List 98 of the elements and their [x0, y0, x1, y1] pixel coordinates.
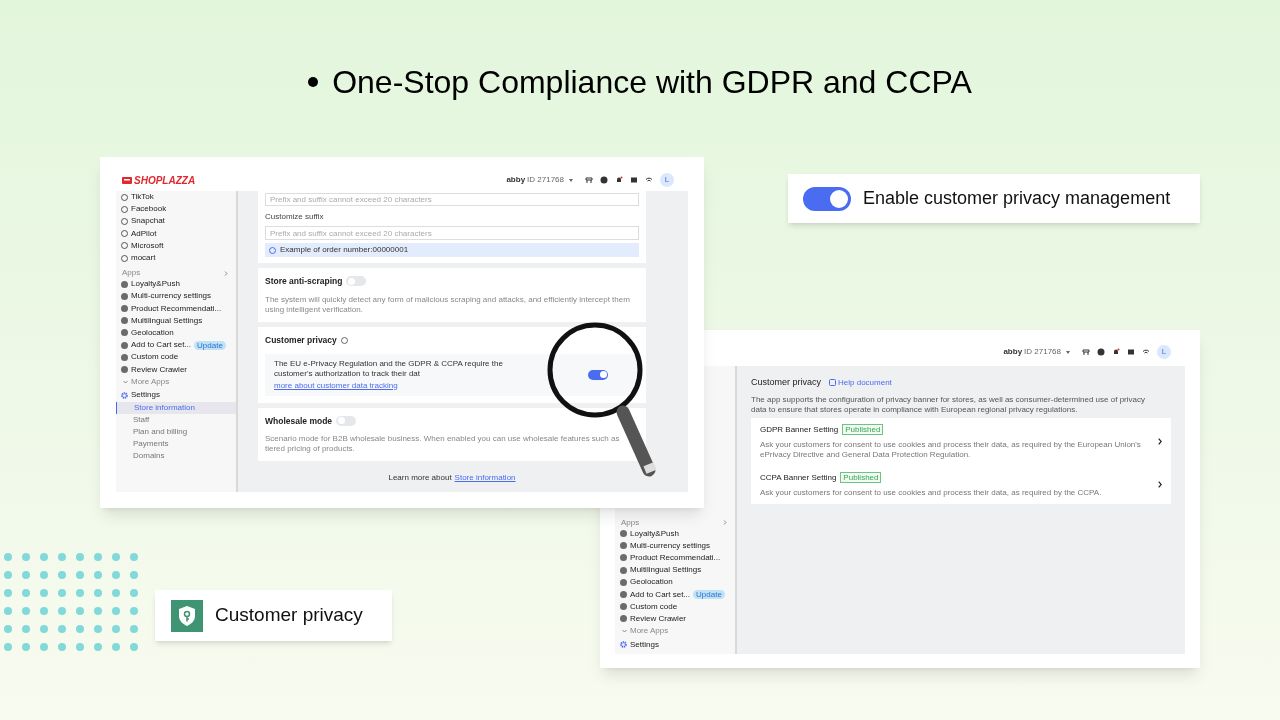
- update-badge: Update: [194, 340, 226, 350]
- account-selector[interactable]: abby ID 271768: [506, 174, 573, 186]
- sidebar-item[interactable]: Snapchat: [131, 216, 165, 227]
- sidebar-item[interactable]: Settings: [630, 639, 659, 650]
- sidebar-subitem[interactable]: Plan and billing: [116, 426, 236, 439]
- sidebar-item[interactable]: Loyalty&Push: [630, 528, 679, 539]
- status-tag: Published: [842, 424, 884, 435]
- more-apps-link[interactable]: More Apps: [131, 376, 170, 387]
- circle-icon: [121, 205, 128, 213]
- more-apps-link[interactable]: More Apps: [630, 626, 669, 636]
- sidebar-item[interactable]: Review Crawler: [630, 613, 686, 624]
- chevron-icon: [123, 379, 128, 384]
- store-icon: [584, 176, 593, 184]
- sidebar-item[interactable]: Multi-currency settings: [630, 540, 711, 551]
- circle-icon: [121, 217, 128, 225]
- user-avatar[interactable]: L: [1157, 345, 1171, 359]
- wifi-icon: [1141, 348, 1150, 356]
- bullet: [308, 77, 319, 87]
- toggle-switch[interactable]: [336, 415, 357, 426]
- sidebar-item[interactable]: Review Crawler: [131, 364, 187, 375]
- text-field[interactable]: Prefix and suffix cannot exceed 20 characters: [265, 226, 639, 240]
- message-icon: [1126, 348, 1135, 356]
- banner-setting-row[interactable]: CCPA Banner Setting Published Ask your customers for consent to use cookies and process their data, as required by the CCPA.: [751, 465, 1171, 504]
- sidebar-subitem[interactable]: Store information: [116, 401, 236, 414]
- status-tag: Published: [840, 472, 882, 483]
- sidebar-item[interactable]: Add to Cart set...: [131, 340, 192, 351]
- card-title: Wholesale mode: [265, 414, 333, 428]
- info-icon: [269, 246, 276, 254]
- bell-icon: [1111, 348, 1120, 356]
- sidebar-item[interactable]: Multi-currency settings: [131, 291, 212, 302]
- learn-more-link[interactable]: more about customer data tracking: [274, 380, 588, 391]
- text-field[interactable]: Prefix and suffix cannot exceed 20 characters: [265, 193, 639, 206]
- circle-icon: [121, 193, 128, 201]
- callout-label: Enable customer privacy management: [863, 187, 1171, 210]
- chevron-icon: [1158, 481, 1162, 488]
- callout-label: Customer privacy: [215, 603, 363, 628]
- field-label: Customize suffix: [265, 211, 325, 223]
- sidebar-subitem[interactable]: Staff: [116, 413, 236, 426]
- section-heading: Apps: [122, 268, 141, 279]
- document-icon: [829, 379, 837, 387]
- sidebar-item[interactable]: Product Recommendati...: [630, 552, 721, 563]
- banner-description: Ask your customers for consent to use cookies and process their data, as required by the CCPA.: [760, 487, 1103, 498]
- sidebar-item[interactable]: Multilingual Settings: [630, 565, 702, 576]
- circle-icon: [121, 254, 128, 262]
- banner-title: GDPR Banner Setting: [760, 423, 839, 436]
- circle-icon: [121, 230, 128, 238]
- page-description: The app supports the configuration of privacy banner for stores, as well as consumer-determined use of privacy data to ensure that stores operate in compliance with European regional privacy regulations.: [751, 394, 1146, 415]
- circle-icon: [121, 242, 128, 250]
- sidebar-item[interactable]: Add to Cart set...: [630, 589, 691, 600]
- sidebar-subitem[interactable]: Payments: [116, 438, 236, 451]
- info-banner: Example of order number:00000001: [265, 243, 639, 257]
- sidebar-item[interactable]: TikTok: [131, 192, 154, 203]
- sidebar-item[interactable]: Custom code: [131, 352, 179, 363]
- wifi-icon: [644, 176, 653, 184]
- chevron-icon: [224, 270, 228, 276]
- footer-link[interactable]: Store information: [454, 472, 516, 485]
- help-link[interactable]: Help document: [829, 376, 892, 389]
- logo-wordmark: SHOPLAZZA: [134, 173, 196, 188]
- banner-setting-row[interactable]: GDPR Banner Setting Published Ask your customers for consent to use cookies and process their data, as required by the European Union's ePrivacy Directive and General Data Protection Regulation.: [751, 417, 1171, 466]
- gear-icon: [620, 641, 627, 648]
- privacy-notice: The EU e-Privacy Regulation and the GDPR & CCPA require the customer's authorization to track their dat: [274, 358, 504, 379]
- toggle-switch[interactable]: [346, 276, 367, 287]
- sidebar-subitem[interactable]: Domains: [116, 450, 236, 463]
- message-icon: [629, 176, 638, 184]
- banner-title: CCPA Banner Setting: [760, 471, 837, 484]
- sidebar-item[interactable]: Geolocation: [131, 327, 174, 338]
- gear-icon: [121, 391, 128, 399]
- toggle-switch[interactable]: [803, 186, 851, 211]
- update-badge: Update: [693, 590, 725, 600]
- sidebar-item[interactable]: Product Recommendati...: [131, 303, 222, 314]
- sidebar-item[interactable]: Microsoft: [131, 240, 164, 251]
- sidebar-item[interactable]: Multilingual Settings: [131, 315, 203, 326]
- page-title: Customer privacy: [751, 376, 822, 389]
- shield-key-icon: [171, 599, 203, 632]
- sidebar-item[interactable]: Settings: [131, 390, 160, 401]
- chevron-icon: [723, 520, 727, 525]
- user-avatar[interactable]: L: [660, 173, 674, 187]
- sidebar-item[interactable]: AdPilot: [131, 228, 157, 239]
- card-title: Customer privacy: [265, 333, 337, 347]
- card-description: Scenario mode for B2B wholesale business. When enabled you can use wholesale features such as tiered pricing of products.: [265, 434, 621, 455]
- sidebar-item[interactable]: Facebook: [131, 204, 167, 215]
- sidebar-item[interactable]: Geolocation: [630, 577, 673, 588]
- chevron-icon: [1158, 438, 1162, 445]
- bell-icon: [614, 176, 623, 184]
- toggle-switch[interactable]: [588, 369, 608, 380]
- logo-icon: [122, 175, 132, 185]
- footer-text: Learn more about: [388, 472, 452, 485]
- card-title: Store anti-scraping: [265, 275, 343, 288]
- headline: One-Stop Compliance with GDPR and CCPA: [332, 63, 972, 102]
- chevron-icon: [622, 629, 627, 633]
- sidebar-item[interactable]: mocart: [131, 253, 156, 264]
- card-description: The system will quickly detect any form of malicious scraping and attacks, and efficiently intercept them using intelligent verification.: [265, 294, 631, 315]
- sidebar-item[interactable]: Loyalty&Push: [131, 279, 180, 290]
- section-heading: Apps: [621, 517, 640, 528]
- account-selector[interactable]: abby ID 271768: [1003, 346, 1070, 358]
- store-icon: [1081, 348, 1090, 356]
- sidebar-item[interactable]: Custom code: [630, 601, 678, 612]
- banner-description: Ask your customers for consent to use cookies and process their data, as required by the European Union's ePrivacy Directive and General Data Protection Regulation.: [760, 439, 1142, 460]
